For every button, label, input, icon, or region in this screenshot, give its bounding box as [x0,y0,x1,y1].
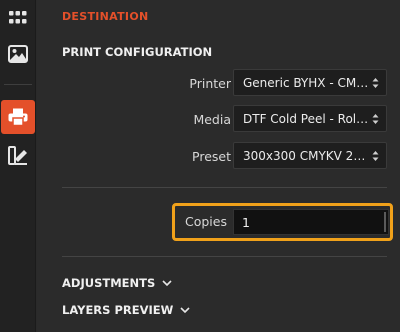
printer-button[interactable] [1,100,35,134]
section-divider [62,187,387,188]
printer-value: Generic BYHX - CMYKV [243,76,369,90]
layers-preview-toggle[interactable]: LAYERS PREVIEW [62,303,190,317]
destination-title: DESTINATION [62,10,149,23]
chevron-down-icon [162,280,172,287]
printer-label: Printer [189,76,231,91]
preset-value: 300x300 CMYKV 2 bit [243,149,369,163]
preset-label: Preset [192,149,231,164]
destination-panel: DESTINATION PRINT CONFIGURATION Printer … [37,0,400,332]
select-arrows-icon [372,78,379,88]
media-label: Media [193,112,231,127]
apps-grid-icon [9,11,27,24]
select-arrows-icon [372,151,379,161]
copies-input[interactable] [233,209,389,235]
printer-icon [8,108,28,126]
layers-preview-label: LAYERS PREVIEW [62,303,174,317]
copies-highlight: Copies [172,203,393,241]
color-edit-button[interactable] [0,138,36,174]
left-rail [0,0,36,332]
select-arrows-icon [372,114,379,124]
printer-select[interactable]: Generic BYHX - CMYKV [233,69,387,96]
adjustments-label: ADJUSTMENTS [62,276,156,290]
media-value: DTF Cold Peel - Roll - 2 [243,112,369,126]
apps-grid-button[interactable] [0,0,36,36]
chevron-down-icon [180,307,190,314]
section-divider [62,256,387,257]
media-select[interactable]: DTF Cold Peel - Roll - 2 [233,105,387,132]
image-button[interactable] [0,36,36,72]
copies-scrollbar[interactable] [384,212,386,232]
adjustments-toggle[interactable]: ADJUSTMENTS [62,276,172,290]
print-configuration-title: PRINT CONFIGURATION [62,45,213,59]
copies-label: Copies [185,214,227,229]
rail-divider [4,84,32,85]
color-edit-icon [8,146,27,165]
preset-select[interactable]: 300x300 CMYKV 2 bit [233,142,387,169]
image-icon [8,45,28,63]
